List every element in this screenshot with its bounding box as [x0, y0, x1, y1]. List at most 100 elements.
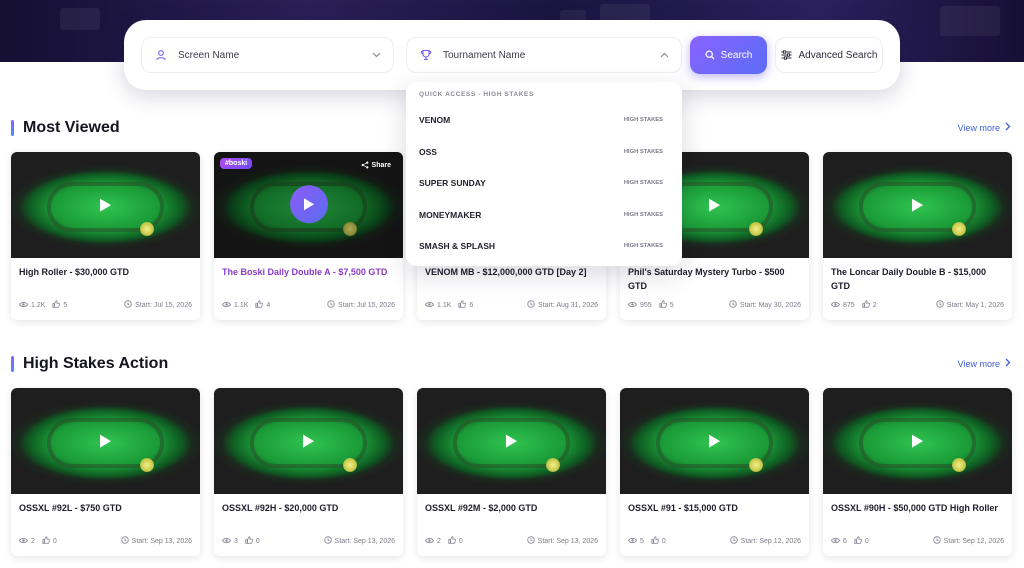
chevron-down-icon: [371, 50, 381, 60]
eye-icon: [627, 537, 640, 546]
dropdown-item-super-sunday[interactable]: SUPER SUNDAY HIGH STAKES: [406, 171, 682, 195]
video-thumbnail[interactable]: [11, 388, 200, 494]
view-count-value: 1.2K: [31, 301, 46, 309]
chip-glow: [952, 458, 966, 472]
play-icon[interactable]: [705, 195, 725, 215]
video-thumbnail[interactable]: [823, 388, 1012, 494]
tournament-dropdown: QUICK ACCESS · HIGH STAKES VENOM HIGH ST…: [406, 82, 682, 266]
play-icon[interactable]: [705, 431, 725, 451]
card-meta: 5 0 Start: Sep 12, 2026: [627, 536, 801, 546]
card-title[interactable]: Phil's Saturday Mystery Turbo - $500 GTD: [628, 266, 802, 293]
like-count-value: 0: [255, 537, 260, 545]
chip-glow: [952, 222, 966, 236]
dropdown-item-oss[interactable]: OSS HIGH STAKES: [406, 140, 682, 164]
like-count: 0: [854, 536, 869, 546]
card-title[interactable]: OSSXL #90H - $50,000 GTD High Roller: [831, 502, 1005, 516]
video-thumbnail[interactable]: [823, 152, 1012, 258]
screen-name-select[interactable]: Screen Name: [141, 37, 394, 73]
advanced-search-button[interactable]: Advanced Search: [775, 37, 883, 73]
like-count: 2: [862, 300, 877, 310]
start-date: Start: Sep 12, 2026: [932, 536, 1004, 546]
card-title[interactable]: The Loncar Daily Double B - $15,000 GTD: [831, 266, 1005, 293]
card-title[interactable]: OSSXL #92H - $20,000 GTD: [222, 502, 396, 516]
video-card[interactable]: High Roller - $30,000 GTD 1.2K 5 Start: Jul…: [11, 152, 200, 320]
search-button[interactable]: Search: [690, 36, 767, 74]
like-count-value: 4: [266, 301, 271, 309]
start-date: Start: Aug 31, 2026: [527, 300, 598, 310]
card-title[interactable]: OSSXL #92M - $2,000 GTD: [425, 502, 599, 516]
share-button[interactable]: Share: [354, 158, 397, 172]
like-count-value: 5: [63, 301, 68, 309]
start-date: Start: Sep 13, 2026: [323, 536, 395, 546]
card-meta: 1.1K 6 Start: Aug 31, 2026: [424, 300, 598, 310]
advanced-search-label: Advanced Search: [798, 49, 878, 61]
eye-icon: [424, 537, 437, 546]
play-icon[interactable]: [908, 195, 928, 215]
tournament-name-label: Tournament Name: [443, 49, 526, 61]
dropdown-item-tag: HIGH STAKES: [623, 149, 663, 155]
start-date-value: Start: Sep 12, 2026: [740, 537, 801, 545]
video-card[interactable]: OSSXL #90H - $50,000 GTD High Roller 6 0 St…: [823, 388, 1012, 556]
card-title[interactable]: VENOM MB - $12,000,000 GTD [Day 2]: [425, 266, 599, 280]
eye-icon: [221, 537, 234, 546]
thumbs-up-icon: [448, 536, 459, 546]
dropdown-item-name: SMASH & SPLASH: [419, 241, 496, 251]
view-count: 1.1K: [221, 301, 248, 310]
start-date: Start: Sep 12, 2026: [729, 536, 801, 546]
video-thumbnail[interactable]: [11, 152, 200, 258]
dropdown-item-name: OSS: [419, 147, 437, 157]
view-count-value: 5: [640, 537, 644, 545]
play-icon[interactable]: [96, 195, 116, 215]
thumbs-up-icon: [458, 300, 469, 310]
view-count-value: 6: [843, 537, 847, 545]
clock-icon: [932, 536, 944, 546]
like-count: 0: [448, 536, 463, 546]
view-count: 5: [627, 537, 644, 546]
play-icon[interactable]: [908, 431, 928, 451]
tournament-name-select[interactable]: Tournament Name: [406, 37, 682, 73]
like-count-value: 0: [52, 537, 57, 545]
card-meta: 3 0 Start: Sep 13, 2026: [221, 536, 395, 546]
card-title[interactable]: High Roller - $30,000 GTD: [19, 266, 193, 280]
card-title[interactable]: OSSXL #91 - $15,000 GTD: [628, 502, 802, 516]
card-title[interactable]: OSSXL #92L - $750 GTD: [19, 502, 193, 516]
play-icon[interactable]: [96, 431, 116, 451]
play-icon[interactable]: [289, 185, 328, 224]
dropdown-item-smash-splash[interactable]: SMASH & SPLASH HIGH STAKES: [406, 234, 682, 258]
video-card[interactable]: OSSXL #92L - $750 GTD 2 0 Start: Sep 13, 20…: [11, 388, 200, 556]
eye-icon: [18, 537, 31, 546]
card-meta: 955 5 Start: May 30, 2026: [627, 300, 801, 310]
play-icon[interactable]: [502, 431, 522, 451]
card-meta: 2 0 Start: Sep 13, 2026: [18, 536, 192, 546]
video-card[interactable]: The Loncar Daily Double B - $15,000 GTD 8…: [823, 152, 1012, 320]
like-count: 4: [255, 300, 270, 310]
video-card[interactable]: OSSXL #91 - $15,000 GTD 5 0 Start: Sep 12, …: [620, 388, 809, 556]
view-more-link[interactable]: View more: [958, 358, 1011, 369]
clock-icon: [936, 300, 947, 310]
sliders-icon: [781, 50, 792, 60]
eye-icon: [627, 301, 640, 310]
start-date-value: Start: Sep 13, 2026: [131, 537, 192, 545]
start-date: Start: Sep 13, 2026: [526, 536, 598, 546]
view-more-link[interactable]: View more: [958, 122, 1011, 133]
video-card[interactable]: OSSXL #92H - $20,000 GTD 3 0 Start: Sep 13,…: [214, 388, 403, 556]
start-date-value: Start: Jul 15, 2026: [338, 301, 395, 309]
play-icon[interactable]: [299, 431, 319, 451]
card-title[interactable]: The Boski Daily Double A - $7,500 GTD: [222, 266, 396, 280]
thumbs-up-icon: [651, 536, 662, 546]
dropdown-item-venom[interactable]: VENOM HIGH STAKES: [406, 108, 682, 132]
video-thumbnail[interactable]: [620, 388, 809, 494]
video-thumbnail[interactable]: [214, 388, 403, 494]
like-count: 5: [659, 300, 674, 310]
video-thumbnail[interactable]: #boski Share: [214, 152, 403, 258]
chip-glow: [749, 222, 763, 236]
clock-icon: [729, 300, 740, 310]
dropdown-item-name: MONEYMAKER: [419, 210, 482, 220]
video-thumbnail[interactable]: [417, 388, 606, 494]
like-count-value: 2: [872, 301, 877, 309]
dropdown-item-moneymaker[interactable]: MONEYMAKER HIGH STAKES: [406, 203, 682, 227]
video-card[interactable]: #boski Share The Boski Daily Double A - $7…: [214, 152, 403, 320]
view-count: 3: [221, 537, 238, 546]
video-card[interactable]: OSSXL #92M - $2,000 GTD 2 0 Start: Sep 13, …: [417, 388, 606, 556]
dropdown-item-tag: HIGH STAKES: [623, 117, 663, 123]
